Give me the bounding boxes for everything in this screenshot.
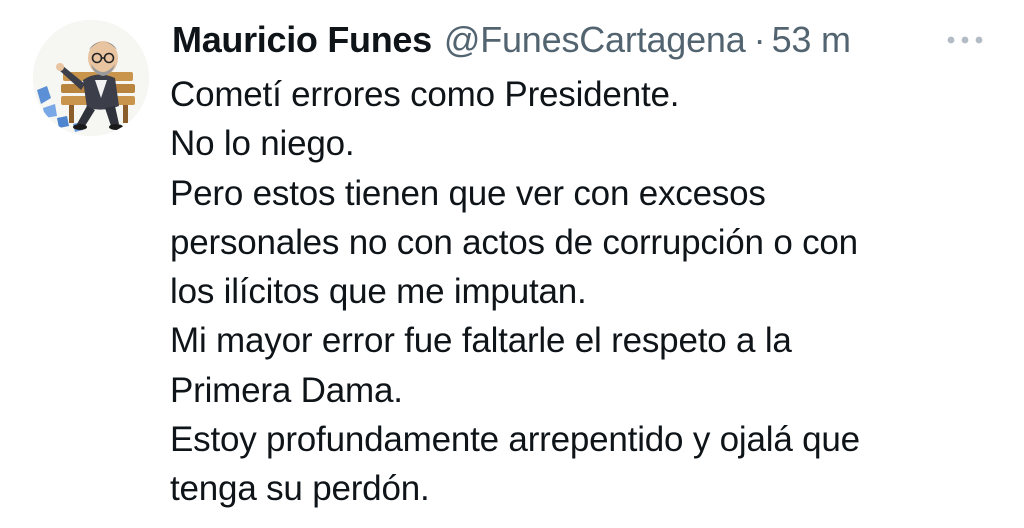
tweet-text-line: los ilícitos que me imputan.: [170, 272, 587, 312]
author-handle[interactable]: @FunesCartagena: [444, 16, 746, 64]
tweet-text: Cometí errores como Presidente. No lo ni…: [170, 70, 1000, 514]
tweet-text-line: Estoy profundamente arrepentido y ojalá …: [170, 420, 860, 460]
avatar[interactable]: [33, 20, 149, 136]
tweet: Mauricio Funes @FunesCartagena · 53 m Co…: [0, 0, 1024, 528]
tweet-text-line: personales no con actos de corrupción o …: [170, 222, 858, 262]
separator-dot: ·: [753, 19, 766, 60]
tweet-text-line: Pero estos tienen que ver con excesos: [170, 173, 766, 213]
caricature-avatar-icon: [33, 20, 149, 136]
tweet-text-line: tenga su perdón.: [170, 469, 430, 509]
more-options-icon: [947, 36, 983, 44]
tweet-text-line: Mi mayor error fue faltarle el respeto a…: [170, 321, 792, 361]
author-display-name[interactable]: Mauricio Funes: [172, 16, 432, 64]
tweet-timestamp[interactable]: 53 m: [772, 16, 851, 64]
tweet-text-line: No lo niego.: [170, 124, 355, 164]
tweet-text-line: Primera Dama.: [170, 370, 403, 410]
more-options-button[interactable]: [940, 22, 990, 58]
tweet-text-line: Cometí errores como Presidente.: [170, 75, 680, 114]
tweet-header: Mauricio Funes @FunesCartagena · 53 m: [172, 16, 851, 64]
